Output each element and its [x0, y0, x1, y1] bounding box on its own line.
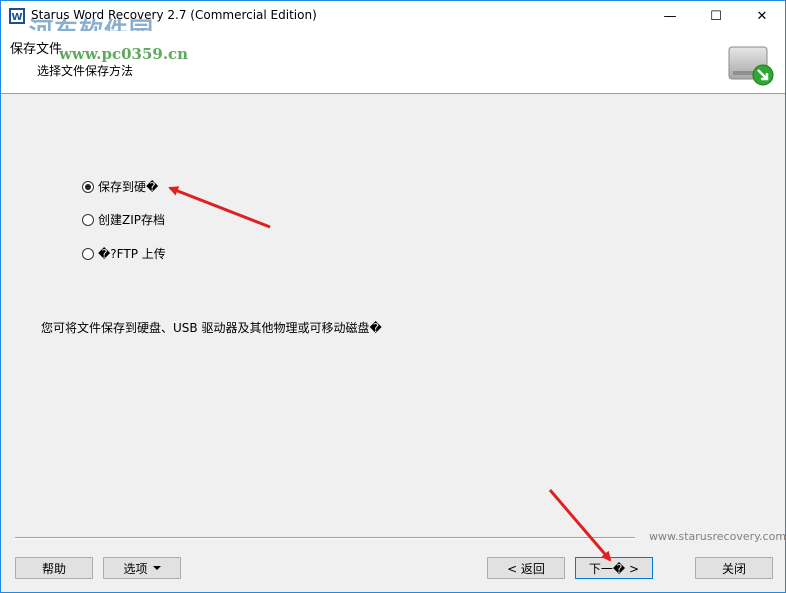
radio-label: 创建ZIP存档	[98, 213, 165, 227]
radio-save-to-disk[interactable]: 保存到硬�	[82, 178, 158, 195]
options-button[interactable]: 选项	[103, 557, 181, 579]
radio-label: 保存到硬�	[98, 180, 159, 194]
description-text: 您可将文件保存到硬盘、USB 驱动器及其他物理或可移动磁盘�	[41, 321, 382, 335]
main-window: W Starus Word Recovery 2.7 (Commercial E…	[0, 0, 786, 593]
watermark-url: www.pc0359.cn	[59, 45, 189, 63]
radio-ftp-upload[interactable]: �?FTP 上传	[82, 245, 166, 262]
radio-button[interactable]	[82, 247, 94, 260]
svg-text:W: W	[11, 12, 22, 23]
radio-label: �?FTP 上传	[98, 247, 166, 261]
back-button[interactable]: < 返回	[487, 557, 565, 579]
page-subtitle: 选择文件保存方法	[37, 64, 134, 78]
options-label: 选项	[123, 561, 148, 576]
page-title: 保存文件	[10, 42, 63, 57]
radio-button[interactable]	[82, 213, 94, 226]
drive-save-icon	[728, 46, 774, 86]
title-bar: W Starus Word Recovery 2.7 (Commercial E…	[1, 1, 785, 45]
radio-create-zip[interactable]: 创建ZIP存档	[82, 211, 165, 228]
next-button[interactable]: 下一� >	[575, 557, 653, 579]
dropdown-caret-icon	[152, 566, 161, 570]
close-button[interactable]: 关闭	[695, 557, 773, 579]
help-button[interactable]: 帮助	[15, 557, 93, 579]
footer-divider	[15, 537, 635, 539]
website-label: www.starusrecovery.com	[649, 530, 786, 543]
app-icon: W	[9, 8, 25, 24]
radio-button[interactable]	[82, 180, 94, 193]
close-window-button[interactable]: ✕	[739, 1, 785, 31]
maximize-button[interactable]: ☐	[693, 1, 739, 31]
minimize-button[interactable]: —	[647, 1, 693, 31]
wizard-body: 保存到硬� 创建ZIP存档 �?FTP 上传 您可将文件保存到硬盘、USB 驱动…	[1, 94, 786, 592]
